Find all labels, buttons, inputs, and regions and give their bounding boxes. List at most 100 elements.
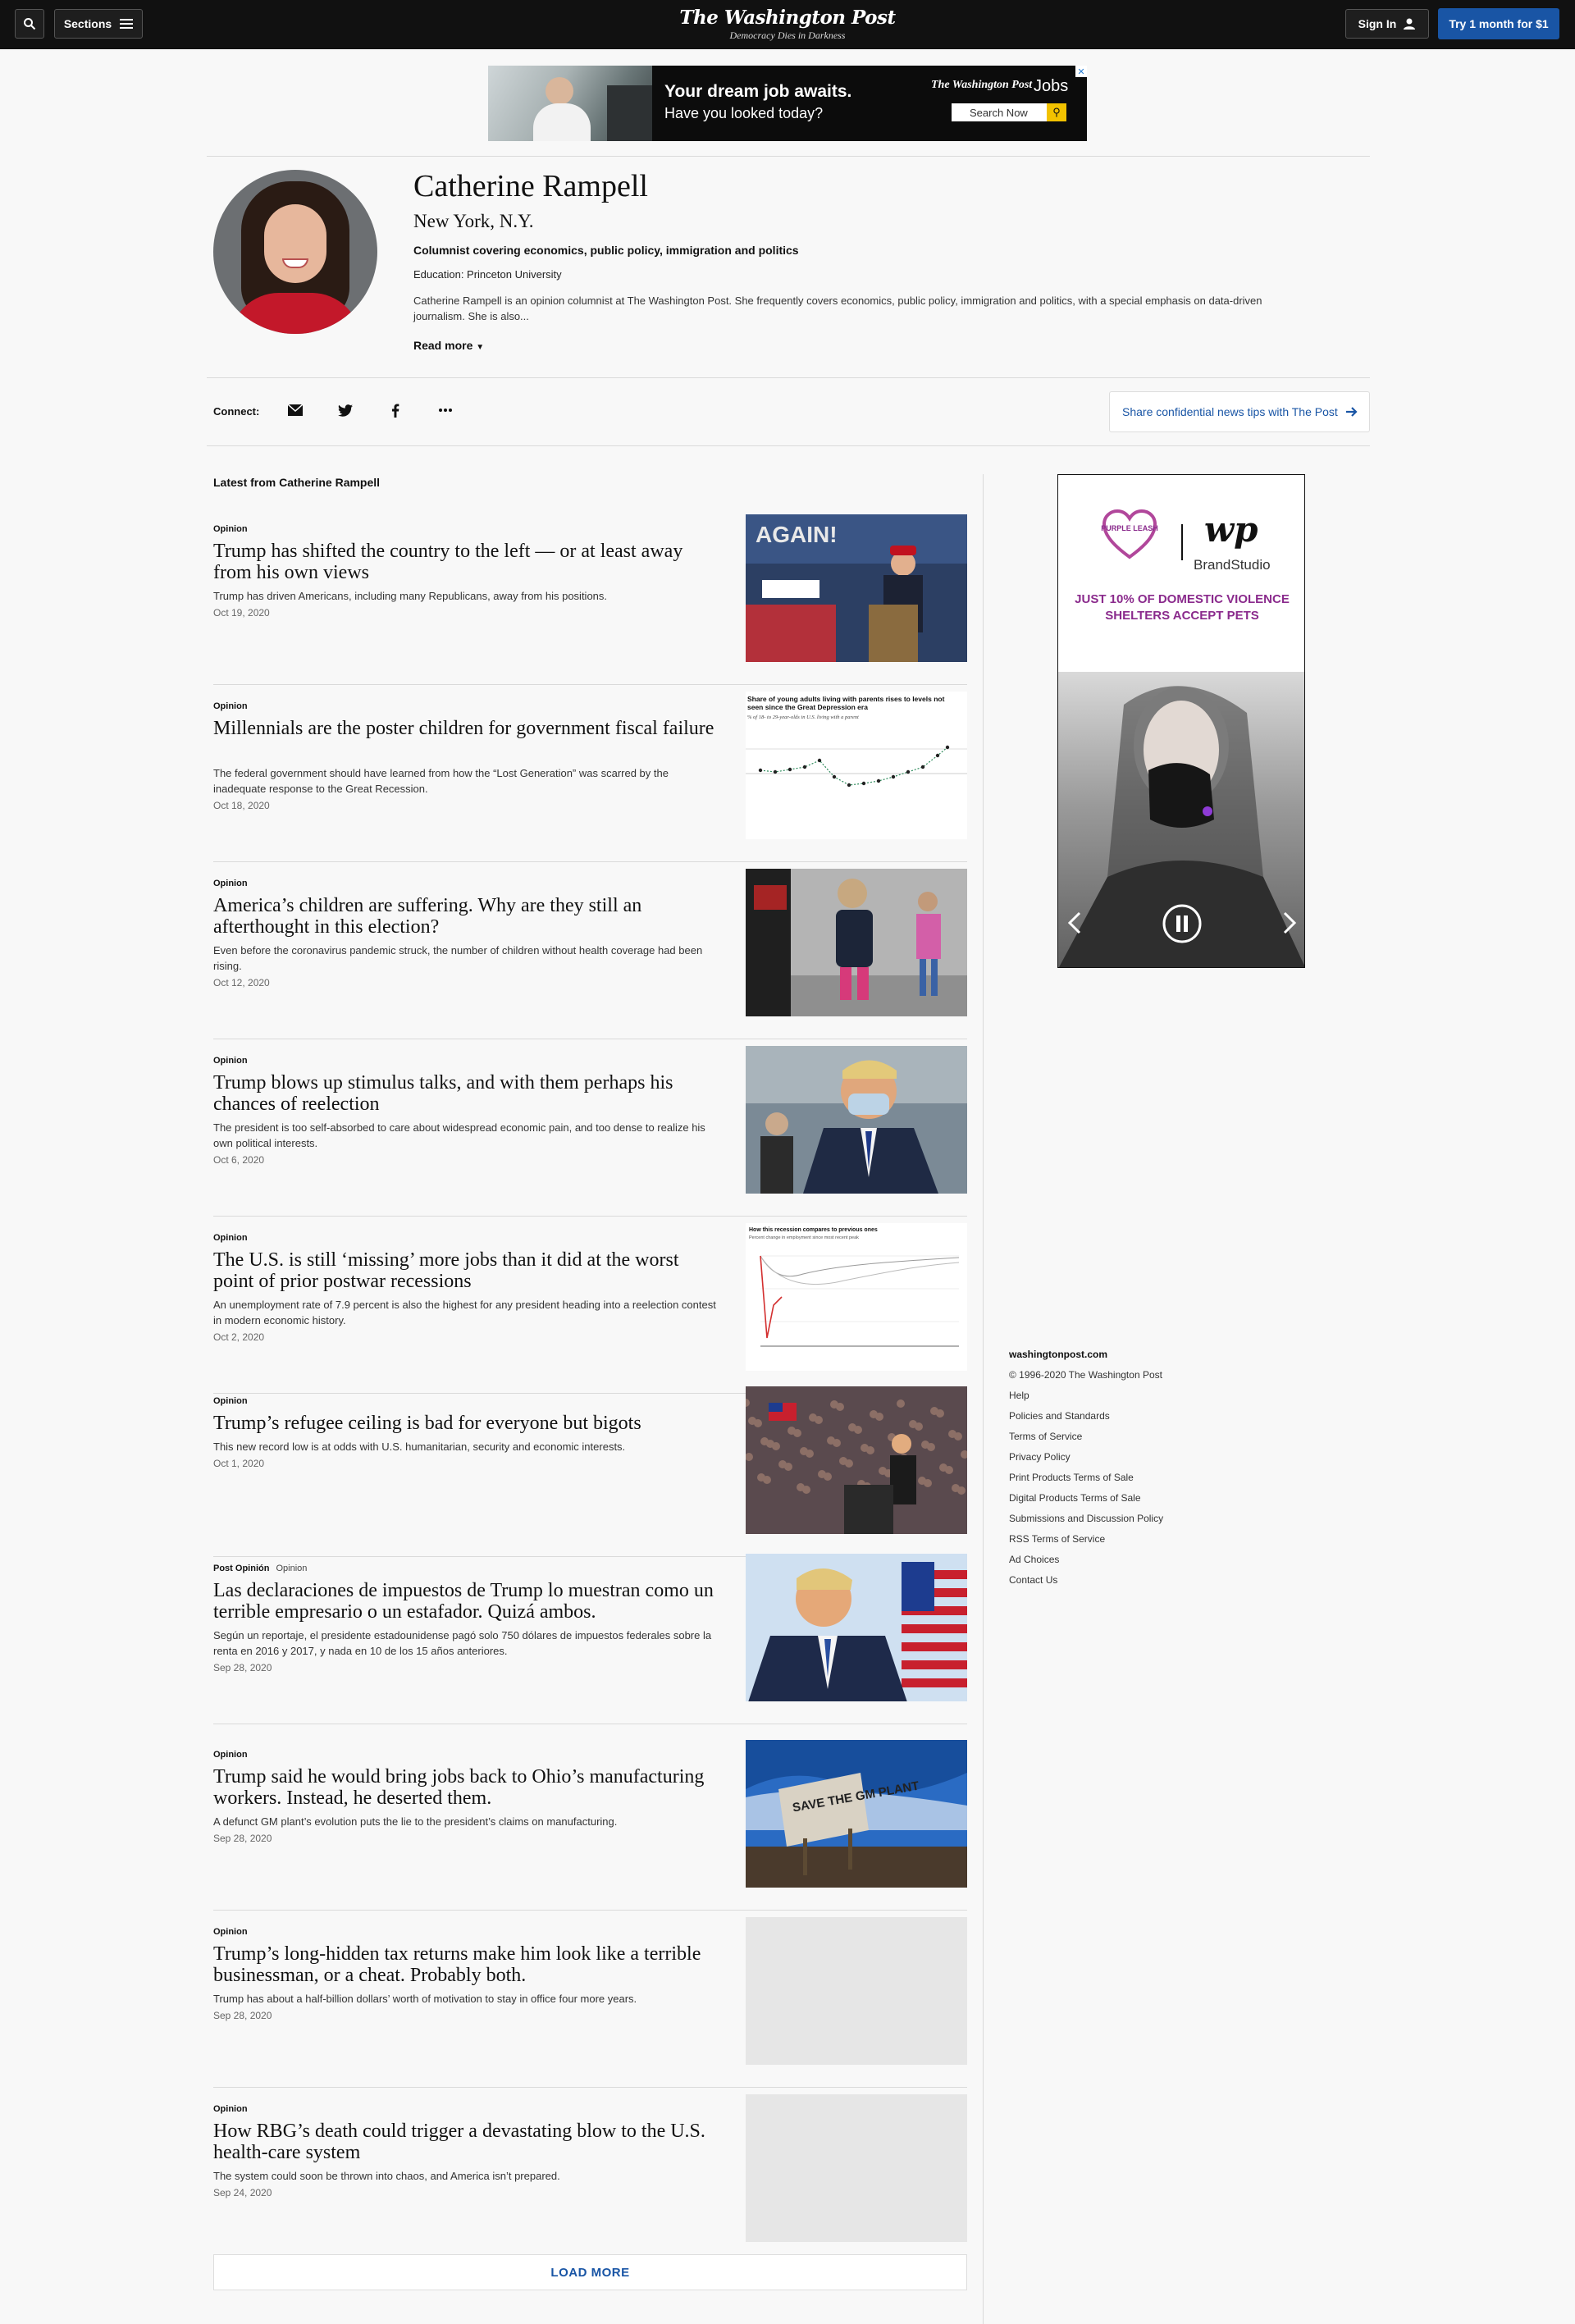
footer-link[interactable]: Digital Products Terms of Sale [1009, 1492, 1163, 1513]
footer-link[interactable]: Contact Us [1009, 1574, 1163, 1595]
article-thumbnail[interactable] [746, 869, 967, 1016]
divider [207, 156, 1370, 157]
article-kicker[interactable]: Post Opinión Opinion [213, 1564, 307, 1573]
latest-section-title: Latest from Catherine Rampell [213, 476, 381, 489]
jobs-banner-ad[interactable]: Your dream job awaits. Have you looked t… [488, 66, 1087, 141]
footer-link[interactable]: Help [1009, 1390, 1163, 1410]
chevron-right-icon[interactable] [1283, 911, 1297, 938]
article-card[interactable]: Opinion How RBG’s death could trigger a d… [213, 2094, 967, 2258]
subscribe-trial-button[interactable]: Try 1 month for $1 [1438, 8, 1559, 39]
article-kicker[interactable]: Opinion [213, 879, 254, 888]
article-headline[interactable]: America’s children are suffering. Why ar… [213, 895, 722, 938]
brandstudio-side-ad[interactable]: PURPLE LEASH wp BrandStudio JUST 10% OF … [1057, 474, 1305, 968]
article-card[interactable]: Opinion Trump blows up stimulus talks, an… [213, 1046, 967, 1217]
author-role: Columnist covering economics, public pol… [413, 244, 799, 257]
article-card[interactable]: Opinion Trump has shifted the country to … [213, 514, 967, 685]
article-kicker[interactable]: Opinion [213, 1750, 254, 1760]
article-thumbnail[interactable] [746, 1046, 967, 1194]
pause-icon[interactable] [1162, 903, 1203, 948]
search-icon: ⚲ [1047, 103, 1066, 121]
author-location: New York, N.Y. [413, 211, 534, 231]
article-kicker[interactable]: Opinion [213, 2104, 254, 2114]
chevron-left-icon[interactable] [1067, 911, 1081, 938]
article-thumbnail[interactable] [746, 1917, 967, 2065]
article-thumbnail[interactable]: How this recession compares to previous … [746, 1223, 967, 1371]
article-kicker[interactable]: Opinion [213, 1056, 254, 1066]
hamburger-icon [120, 19, 134, 29]
banner-ad-search-label: Search Now [970, 106, 1028, 119]
article-thumbnail[interactable]: SAVE THE GM PLANT [746, 1740, 967, 1888]
article-headline[interactable]: Trump’s refugee ceiling is bad for every… [213, 1413, 722, 1434]
article-blurb: The system could soon be thrown into cha… [213, 2170, 560, 2182]
article-blurb: Trump has driven Americans, including ma… [213, 590, 608, 602]
article-card[interactable]: Opinion Trump said he would bring jobs ba… [213, 1740, 967, 1911]
article-date: Sep 28, 2020 [213, 1833, 272, 1844]
kicker-label: Opinion [213, 2104, 248, 2114]
twitter-icon[interactable] [336, 400, 355, 420]
author-name: Catherine Rampell [413, 169, 648, 203]
footer-link[interactable]: Submissions and Discussion Policy [1009, 1513, 1163, 1533]
facebook-icon[interactable] [386, 400, 405, 420]
article-blurb: Trump has about a half-billion dollars’ … [213, 1993, 637, 2005]
article-card[interactable]: Opinion Trump’s long-hidden tax returns m… [213, 1917, 967, 2088]
article-thumbnail[interactable] [746, 1554, 967, 1701]
article-blurb: This new record low is at odds with U.S.… [213, 1441, 626, 1453]
banner-ad-search-button[interactable]: Search Now ⚲ [952, 103, 1066, 121]
connect-label: Connect: [213, 405, 260, 418]
footer-link[interactable]: Ad Choices [1009, 1554, 1163, 1574]
article-kicker[interactable]: Opinion [213, 524, 254, 534]
share-tips-button[interactable]: Share confidential news tips with The Po… [1109, 391, 1370, 432]
kicker-label: Post Opinión [213, 1564, 270, 1573]
article-date: Oct 6, 2020 [213, 1154, 265, 1166]
ad-choices-icon[interactable]: ✕ [1075, 66, 1087, 77]
article-blurb: Even before the coronavirus pandemic str… [213, 944, 703, 972]
sign-in-button[interactable]: Sign In [1345, 9, 1429, 39]
article-thumbnail[interactable] [746, 1386, 967, 1534]
divider [207, 377, 1370, 378]
brand-logo[interactable]: The Washington Post Democracy Dies in Da… [623, 7, 952, 42]
divider [213, 861, 967, 862]
kicker-label: Opinion [213, 1750, 248, 1760]
article-kicker[interactable]: Opinion [213, 1233, 254, 1243]
footer-link[interactable]: RSS Terms of Service [1009, 1533, 1163, 1554]
article-headline[interactable]: How RBG’s death could trigger a devastat… [213, 2121, 722, 2163]
article-card[interactable]: Opinion Trump’s refugee ceiling is bad fo… [213, 1386, 967, 1557]
article-headline[interactable]: Las declaraciones de impuestos de Trump … [213, 1580, 722, 1623]
article-headline[interactable]: Trump blows up stimulus talks, and with … [213, 1072, 722, 1115]
article-date: Oct 19, 2020 [213, 607, 270, 619]
article-kicker[interactable]: Opinion [213, 701, 254, 711]
footer-link[interactable]: Terms of Service [1009, 1431, 1163, 1451]
footer-link[interactable]: Privacy Policy [1009, 1451, 1163, 1472]
article-headline[interactable]: Millennials are the poster children for … [213, 718, 722, 739]
article-kicker[interactable]: Opinion [213, 1396, 254, 1406]
article-date: Oct 18, 2020 [213, 800, 270, 811]
article-thumbnail[interactable]: Share of young adults living with parent… [746, 692, 967, 839]
article-kicker[interactable]: Opinion [213, 1927, 254, 1937]
article-card[interactable]: Opinion The U.S. is still ‘missing’ more … [213, 1223, 967, 1394]
article-card[interactable]: Opinion Millennials are the poster childr… [213, 692, 967, 862]
footer-link[interactable]: Policies and Standards [1009, 1410, 1163, 1431]
article-headline[interactable]: The U.S. is still ‘missing’ more jobs th… [213, 1249, 722, 1292]
svg-text:Share of young adults living w: Share of young adults living with parent… [747, 695, 945, 703]
divider [207, 445, 1370, 446]
search-button[interactable] [15, 9, 44, 39]
more-icon[interactable] [436, 400, 455, 420]
article-thumbnail[interactable]: AGAIN! [746, 514, 967, 662]
load-more-button[interactable]: LOAD MORE [213, 2254, 967, 2290]
footer-link[interactable]: Print Products Terms of Sale [1009, 1472, 1163, 1492]
email-icon[interactable] [285, 400, 305, 420]
article-thumbnail[interactable] [746, 2094, 967, 2242]
kicker-label: Opinion [213, 524, 248, 534]
divider [213, 1910, 967, 1911]
site-footer: washingtonpost.com © 1996-2020 The Washi… [1009, 1349, 1163, 1586]
article-headline[interactable]: Trump has shifted the country to the lef… [213, 541, 722, 583]
banner-ad-jobs: Jobs [1034, 77, 1069, 95]
article-card[interactable]: Post Opinión Opinion Las declaraciones de … [213, 1554, 967, 1724]
article-headline[interactable]: Trump said he would bring jobs back to O… [213, 1766, 722, 1809]
sections-button[interactable]: Sections [54, 9, 143, 39]
article-card[interactable]: Opinion America’s children are suffering.… [213, 869, 967, 1039]
read-more-button[interactable]: Read more ▼ [413, 339, 484, 352]
footer-copyright: © 1996-2020 The Washington Post [1009, 1369, 1162, 1381]
top-nav: Sections The Washington Post Democracy D… [0, 0, 1575, 49]
article-headline[interactable]: Trump’s long-hidden tax returns make him… [213, 1943, 722, 1986]
